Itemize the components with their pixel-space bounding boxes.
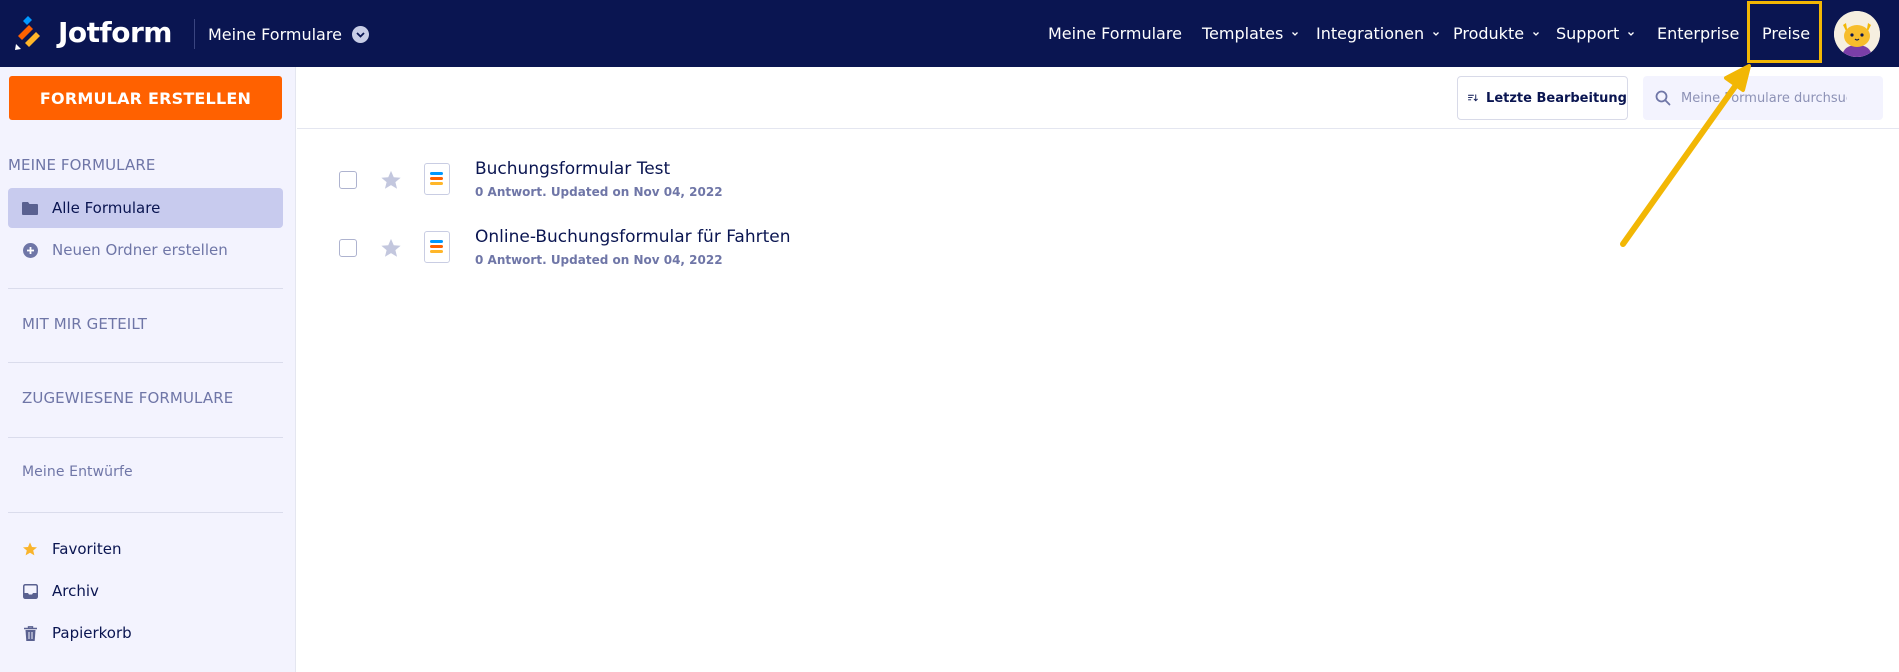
form-document-icon: [424, 163, 450, 195]
nav-enterprise-label: Enterprise: [1657, 24, 1740, 43]
sidebar-item-label: Neuen Ordner erstellen: [52, 241, 228, 259]
form-meta: 0 Antwort. Updated on Nov 04, 2022: [475, 185, 723, 199]
trash-icon: [22, 625, 38, 641]
form-checkbox[interactable]: [339, 171, 357, 189]
sort-button-label: Letzte Bearbeitung: [1486, 90, 1627, 106]
nav-my-forms-label: Meine Formulare: [1048, 24, 1182, 43]
plus-circle-icon: [22, 242, 38, 258]
sidebar-item-label: Archiv: [52, 582, 99, 600]
form-list-item[interactable]: Buchungsformular Test 0 Antwort. Updated…: [297, 153, 1857, 209]
sidebar-item-label: Alle Formulare: [52, 199, 161, 217]
sidebar-item-drafts[interactable]: Meine Entwürfe: [22, 464, 133, 480]
nav-support[interactable]: Support: [1556, 20, 1635, 48]
section-title-my-forms: MEINE FORMULARE: [8, 156, 156, 174]
form-document-icon: [424, 231, 450, 263]
star-icon[interactable]: [380, 237, 402, 259]
logo-wordmark: Jotform: [58, 16, 172, 49]
form-checkbox[interactable]: [339, 239, 357, 257]
caret-down-icon: [1533, 32, 1540, 36]
form-title[interactable]: Buchungsformular Test: [475, 159, 670, 179]
jotform-logo[interactable]: Jotform: [14, 16, 172, 50]
topbar-divider: [194, 19, 195, 49]
folder-icon: [22, 200, 38, 216]
sidebar-divider: [8, 362, 283, 363]
sidebar-item-label: Favoriten: [52, 540, 122, 558]
sidebar-item-favorites[interactable]: Favoriten: [8, 529, 283, 569]
sidebar-item-trash[interactable]: Papierkorb: [8, 613, 283, 653]
search-icon: [1655, 90, 1671, 106]
top-navigation-bar: Jotform Meine Formulare Meine Formulare …: [0, 0, 1899, 67]
sidebar-item-all-forms[interactable]: Alle Formulare: [8, 188, 283, 228]
sidebar-divider: [8, 288, 283, 289]
sidebar-item-archive[interactable]: Archiv: [8, 571, 283, 611]
caret-down-icon: [1628, 32, 1635, 36]
form-meta: 0 Antwort. Updated on Nov 04, 2022: [475, 253, 723, 267]
star-icon[interactable]: [380, 169, 402, 191]
chevron-down-icon: [351, 25, 369, 43]
nav-integrations[interactable]: Integrationen: [1316, 20, 1440, 48]
sort-icon: [1468, 94, 1478, 102]
sidebar-item-new-folder[interactable]: Neuen Ordner erstellen: [8, 230, 283, 270]
archive-icon: [22, 583, 38, 599]
nav-templates[interactable]: Templates: [1202, 20, 1299, 48]
cat-avatar-icon: [1834, 11, 1880, 57]
caret-down-icon: [1292, 32, 1299, 36]
pricing-highlight-box: [1747, 1, 1822, 63]
nav-products-label: Produkte: [1453, 24, 1525, 43]
sidebar-divider: [8, 437, 283, 438]
sidebar: FORMULAR ERSTELLEN MEINE FORMULARE Alle …: [0, 67, 296, 672]
search-box[interactable]: [1643, 76, 1883, 120]
sidebar-item-label: Papierkorb: [52, 624, 132, 642]
nav-integrations-label: Integrationen: [1316, 24, 1425, 43]
nav-enterprise[interactable]: Enterprise: [1657, 20, 1739, 48]
nav-templates-label: Templates: [1202, 24, 1284, 43]
sort-button[interactable]: Letzte Bearbeitung: [1457, 76, 1628, 120]
nav-support-label: Support: [1556, 24, 1620, 43]
form-list-item[interactable]: Online-Buchungsformular für Fahrten 0 An…: [297, 221, 1857, 277]
jotform-logo-icon: [15, 16, 40, 50]
my-forms-switcher[interactable]: Meine Formulare: [208, 20, 369, 48]
section-title-shared[interactable]: MIT MIR GETEILT: [22, 315, 147, 333]
nav-my-forms[interactable]: Meine Formulare: [1048, 20, 1182, 48]
caret-down-icon: [1433, 32, 1440, 36]
search-input[interactable]: [1681, 90, 1847, 106]
user-avatar[interactable]: [1834, 11, 1880, 57]
my-forms-switcher-label: Meine Formulare: [208, 24, 342, 44]
nav-products[interactable]: Produkte: [1453, 20, 1540, 48]
create-form-button[interactable]: FORMULAR ERSTELLEN: [9, 76, 282, 120]
sidebar-divider: [8, 512, 283, 513]
section-title-assigned[interactable]: ZUGEWIESENE FORMULARE: [22, 389, 233, 407]
star-icon: [22, 541, 38, 557]
form-title[interactable]: Online-Buchungsformular für Fahrten: [475, 227, 791, 247]
